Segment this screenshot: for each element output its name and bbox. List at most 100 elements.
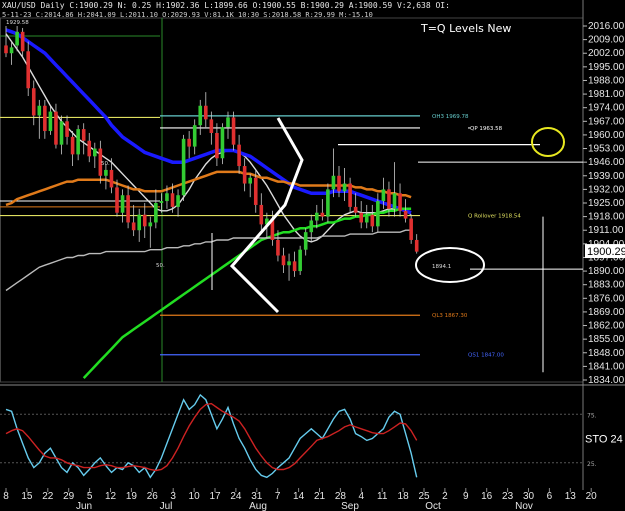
x-tick-label: 23 [502,491,514,502]
candle-body [281,255,286,266]
candle-body [276,239,280,256]
candle-body [59,121,64,145]
y-tick-label: 1876.00 [588,293,625,304]
moving-average-line [5,229,412,292]
y-tick-label: 1946.00 [588,157,625,168]
y-tick-label: 2016.00 [588,21,625,32]
small-label: 50. [156,263,165,269]
y-tick-label: 1995.00 [588,62,625,73]
chart-window: XAU/USD Daily C:1900.29 N: 0.25 H:1902.3… [0,0,625,511]
candle-body [242,166,247,184]
y-tick-label: 1883.00 [588,280,625,291]
y-tick-label: 1981.00 [588,89,625,100]
candle-body [170,193,175,207]
candle-body [370,214,375,227]
y-tick-label: 1939.00 [588,171,625,182]
candle-body [142,214,147,227]
candle-body [54,111,58,145]
candle-body [115,187,119,213]
candle-body [292,261,297,272]
candle-body [176,195,180,207]
candle-body [237,144,241,167]
candle-body [159,201,164,203]
y-tick-label: 1960.00 [588,130,625,141]
x-tick-label: 19 [126,491,138,502]
x-tick-label: 8 [3,491,9,502]
month-label: Jun [76,501,92,511]
candle-body [81,129,86,141]
x-tick-label: 21 [314,491,326,502]
candle-body [387,189,391,209]
candle-body [87,140,92,157]
month-label: Aug [249,501,267,511]
sto-label: STO 24 [585,434,623,446]
level-label: QS1 1847.00 [468,353,504,359]
x-tick-label: 2 [442,491,448,502]
sto-tick-label: 25. [587,461,597,468]
y-tick-label: 1988.00 [588,75,625,86]
candle-body [326,189,330,217]
y-tick-label: 1855.00 [588,334,625,345]
candle-body [348,183,352,207]
candle-body [331,175,336,190]
y-tick-label: 2009.00 [588,35,625,46]
x-tick-label: 20 [586,491,598,502]
price-panel-frame [0,17,584,383]
y-tick-label: 1974.00 [588,103,625,114]
candle-body [204,105,208,120]
x-tick-label: 12 [105,491,117,502]
y-tick-label: 1932.00 [588,184,625,195]
candle-body [287,261,291,266]
candle-body [226,117,230,128]
y-tick-label: 1911.00 [588,225,624,236]
candle-body [31,88,36,116]
candle-body [15,31,19,46]
x-tick-label: 6 [547,491,553,502]
x-tick-label: 4 [359,491,365,502]
y-tick-label: 1953.00 [588,144,625,155]
small-label: 1894.1 [432,264,451,270]
candle-body [181,138,186,196]
candle-body [392,193,397,209]
candle-body [309,220,314,233]
candle-body [9,47,14,54]
candle-body [187,138,191,147]
x-tick-label: 10 [189,491,201,502]
y-tick-label: 1862.00 [588,321,625,332]
y-tick-label: 1841.00 [588,361,625,372]
y-tick-label: 1869.00 [588,307,625,318]
candle-body [231,117,236,145]
candle-body [137,214,141,231]
x-tick-label: 24 [230,491,242,502]
sto-tick-label: 75. [587,412,597,419]
y-tick-label: 1967.00 [588,116,625,127]
candle-body [303,232,308,250]
candle-body [148,222,153,227]
small-label: 50. [101,161,110,167]
price-chart-svg[interactable]: OH3 1969.78QP 1963.58 Q Rollover 1918.54 Q… [0,0,625,511]
last-price-label: 1900.29 [587,246,625,258]
candle-body [414,239,419,252]
x-tick-label: 17 [209,491,221,502]
month-label: Sep [341,501,359,511]
candle-body [298,249,302,272]
small-label: 1929.58 [6,20,29,26]
candle-body [126,195,130,223]
x-tick-label: 15 [21,491,33,502]
candle-body [364,214,369,223]
sto-line [5,393,418,479]
candle-body [342,183,347,192]
x-tick-label: 11 [377,491,388,502]
candle-body [93,148,97,157]
candle-body [320,212,325,217]
candle-body [398,193,402,211]
month-label: Nov [515,501,533,511]
x-tick-label: 26 [147,491,159,502]
candle-body [198,105,203,126]
y-tick-label: 1890.00 [588,266,625,277]
candle-body [26,51,30,89]
candle-body [376,201,380,227]
level-label: Q Rollover 1918.54 [468,214,521,220]
level-label: QL3 1867.30 [432,313,468,319]
candle-body [403,210,408,219]
